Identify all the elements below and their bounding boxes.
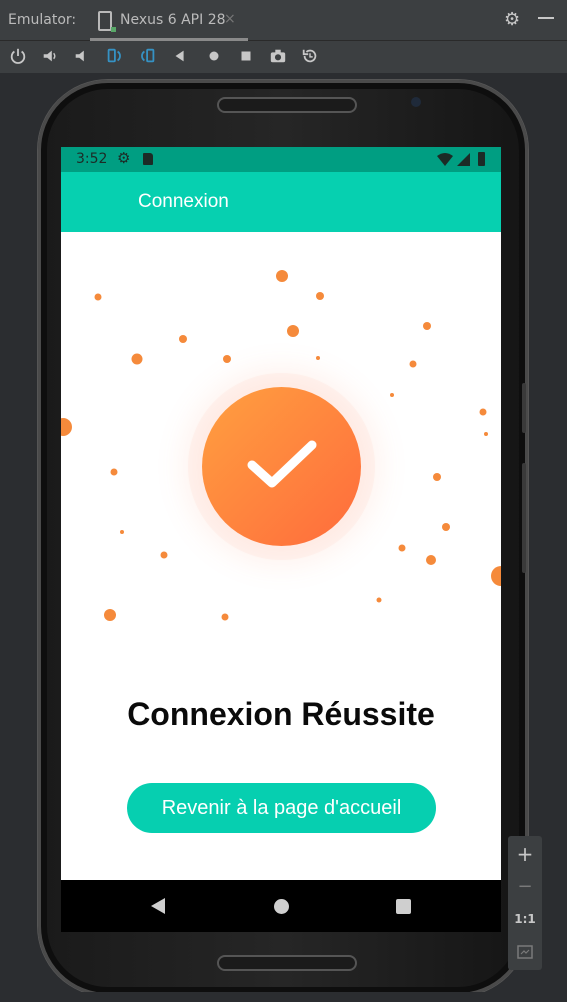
rotate-left-icon[interactable] bbox=[104, 47, 124, 67]
emulator-toolbar bbox=[0, 41, 567, 73]
tab-nexus-6[interactable]: Nexus 6 API 28 × bbox=[90, 0, 248, 41]
back-home-button[interactable]: Revenir à la page d'accueil bbox=[127, 783, 436, 833]
overview-icon[interactable] bbox=[236, 47, 256, 67]
back-icon[interactable] bbox=[170, 47, 190, 67]
rotate-right-icon[interactable] bbox=[138, 47, 158, 67]
success-badge bbox=[202, 387, 361, 546]
nav-recent-icon[interactable] bbox=[396, 899, 411, 914]
fit-screen-icon[interactable] bbox=[508, 944, 542, 963]
snapshot-icon[interactable] bbox=[300, 47, 320, 67]
zoom-1to1-button[interactable]: 1:1 bbox=[508, 912, 542, 926]
bottom-strip bbox=[0, 992, 567, 1002]
power-icon[interactable] bbox=[8, 47, 28, 67]
android-nav-bar bbox=[61, 880, 501, 932]
device-screen: 3:52 ⚙ Connexion Connexion Réussite Reve… bbox=[61, 147, 501, 880]
camera-icon[interactable] bbox=[268, 47, 288, 67]
emulator-label: Emulator: bbox=[8, 12, 77, 28]
minus-icon[interactable] bbox=[538, 17, 554, 19]
home-icon[interactable] bbox=[204, 47, 224, 67]
bottom-speaker bbox=[217, 955, 357, 971]
zoom-in-button[interactable]: + bbox=[508, 842, 542, 866]
checkmark-icon bbox=[247, 440, 317, 488]
device-icon bbox=[98, 11, 116, 32]
tab-close-icon[interactable]: × bbox=[224, 11, 236, 27]
volume-up-icon[interactable] bbox=[40, 47, 60, 67]
emulator-titlebar: Emulator: Nexus 6 API 28 × ⚙ bbox=[0, 0, 567, 41]
nav-home-icon[interactable] bbox=[274, 899, 289, 914]
top-speaker bbox=[217, 97, 357, 113]
power-button[interactable] bbox=[522, 463, 526, 573]
success-title: Connexion Réussite bbox=[127, 696, 435, 732]
zoom-out-button[interactable]: − bbox=[508, 876, 542, 897]
gear-icon[interactable]: ⚙ bbox=[504, 9, 520, 30]
volume-down-icon[interactable] bbox=[72, 47, 92, 67]
volume-button[interactable] bbox=[522, 383, 526, 433]
tab-title: Nexus 6 API 28 bbox=[120, 12, 226, 28]
nav-back-icon[interactable] bbox=[151, 898, 165, 914]
zoom-controls: + − 1:1 bbox=[508, 836, 542, 970]
front-camera bbox=[411, 97, 421, 107]
